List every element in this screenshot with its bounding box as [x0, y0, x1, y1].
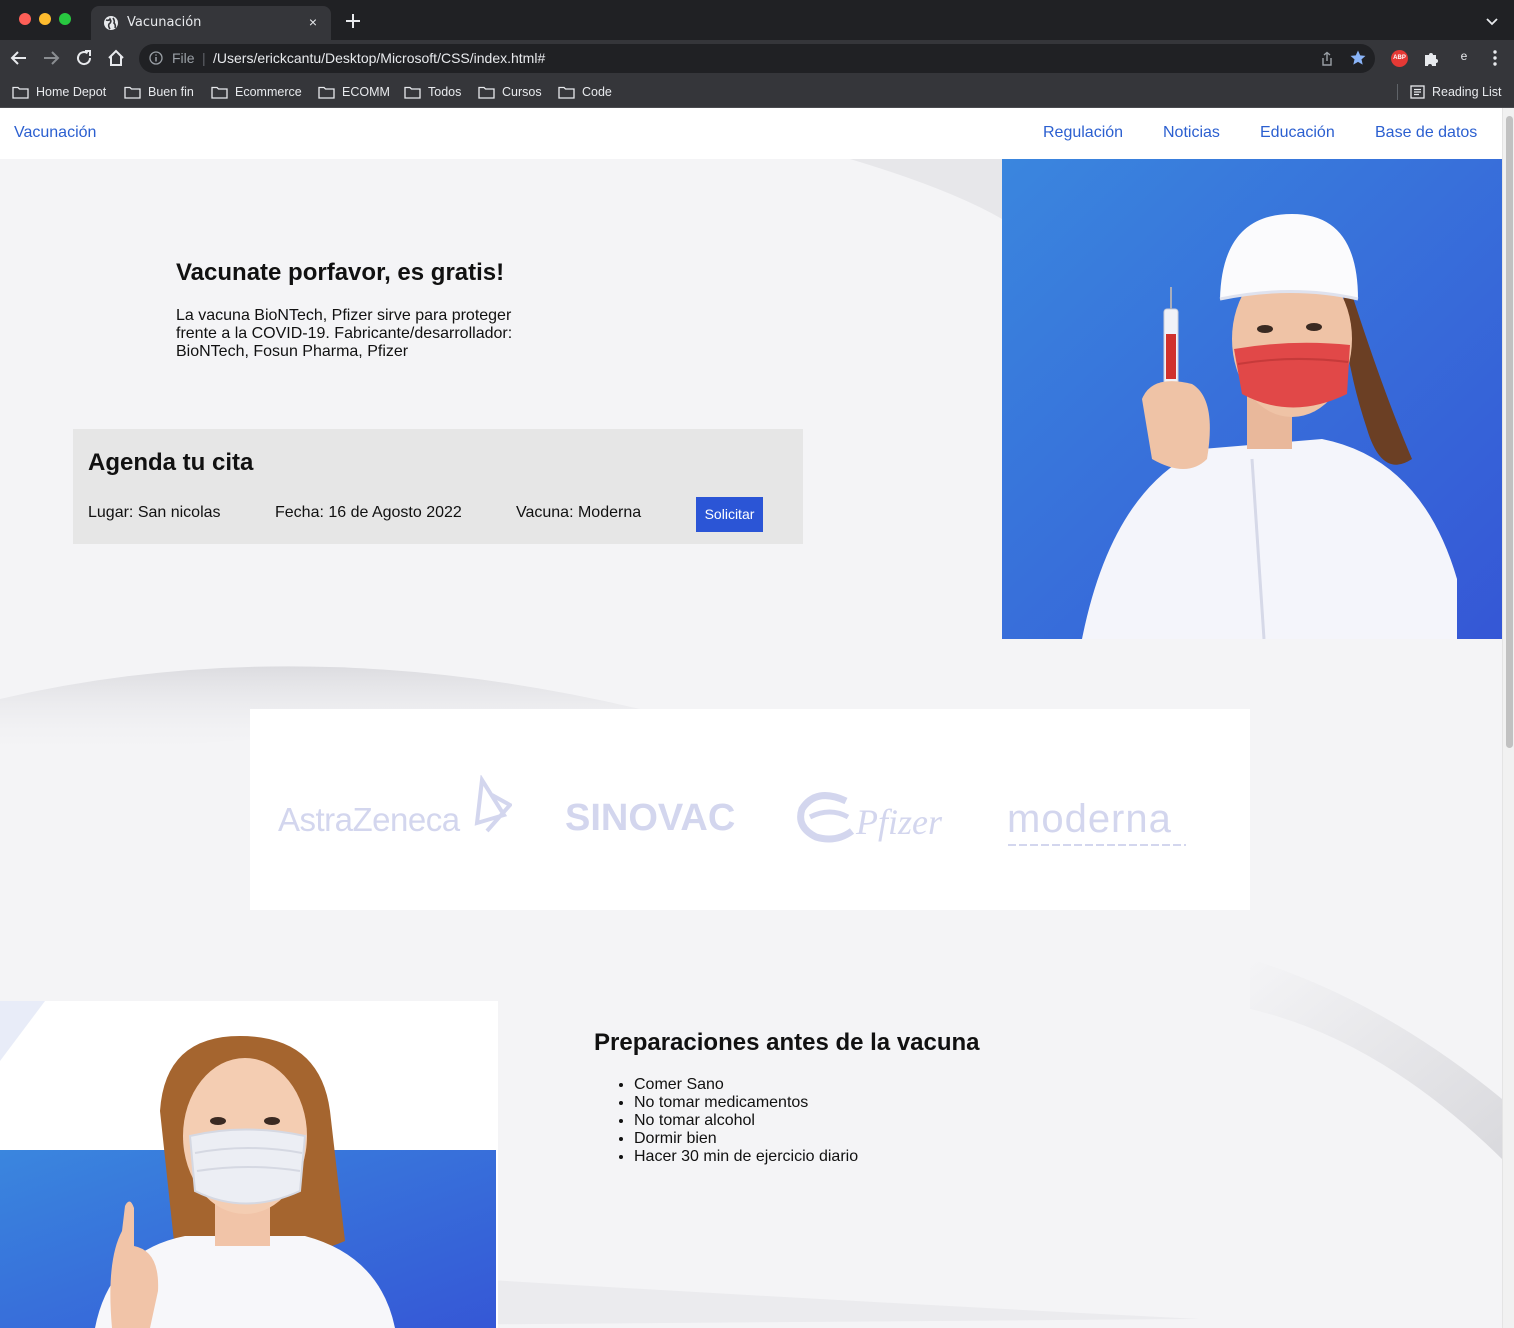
folder-icon: [478, 86, 495, 99]
url-text[interactable]: /Users/erickcantu/Desktop/Microsoft/CSS/…: [213, 50, 545, 66]
bookmark-star-icon[interactable]: [1349, 49, 1367, 67]
adblock-extension-icon[interactable]: ABP: [1391, 50, 1408, 67]
hero-description: La vacuna BioNTech, Pfizer sirve para pr…: [176, 307, 513, 360]
folder-icon: [12, 86, 29, 99]
astrazeneca-logo: AstraZeneca: [278, 801, 460, 838]
bookmark-label: ECOMM: [342, 85, 390, 99]
bookmark-folder[interactable]: Buen fin: [124, 83, 194, 101]
appointment-vaccine: Vacuna: Moderna: [516, 504, 642, 521]
folder-icon: [211, 86, 228, 99]
nav-link-regulacion[interactable]: Regulación: [1043, 124, 1123, 142]
bookmark-folder[interactable]: Ecommerce: [211, 83, 302, 101]
new-tab-icon[interactable]: [342, 10, 364, 32]
profile-avatar[interactable]: e: [1456, 49, 1472, 67]
bookmark-folder[interactable]: Todos: [404, 83, 461, 101]
request-appointment-button[interactable]: Solicitar: [696, 497, 763, 532]
reload-icon[interactable]: [74, 48, 94, 68]
url-separator: |: [202, 50, 206, 66]
bookmark-folder[interactable]: Home Depot: [12, 83, 106, 101]
reading-list-icon: [1410, 85, 1425, 99]
nurse-with-syringe-image: [1002, 159, 1502, 639]
list-item: Comer Sano: [634, 1076, 858, 1094]
bookmark-label: Home Depot: [36, 85, 107, 99]
minimize-window-button[interactable]: [39, 13, 51, 25]
appointment-card: Agenda tu cita Lugar: San nicolas Fecha:…: [73, 429, 803, 544]
folder-icon: [404, 86, 421, 99]
list-item: No tomar alcohol: [634, 1112, 858, 1130]
back-arrow-icon[interactable]: [9, 48, 29, 68]
browser-tabbar: Vacunación ×: [0, 0, 1514, 40]
address-bar[interactable]: File | /Users/erickcantu/Desktop/Microso…: [139, 44, 1375, 73]
list-item: Dormir bien: [634, 1130, 858, 1148]
bookmark-folder[interactable]: Cursos: [478, 83, 542, 101]
reading-list-button[interactable]: Reading List: [1410, 83, 1502, 101]
globe-icon: [104, 16, 118, 30]
moderna-logo: moderna: [1007, 797, 1172, 841]
woman-with-mask-image: [0, 1001, 498, 1328]
web-page: Vacunación Regulación Noticias Educación…: [0, 108, 1502, 1328]
extensions-puzzle-icon[interactable]: [1421, 49, 1441, 69]
bookmark-label: Code: [582, 85, 612, 99]
nav-link-noticias[interactable]: Noticias: [1163, 124, 1220, 142]
partner-logos-strip: AstraZeneca SINOVAC Pfizer moderna: [250, 709, 1250, 910]
maximize-window-button[interactable]: [59, 13, 71, 25]
list-item: Hacer 30 min de ejercicio diario: [634, 1148, 858, 1166]
top-navbar: Vacunación Regulación Noticias Educación…: [0, 108, 1502, 159]
preparations-list: Comer Sano No tomar medicamentos No toma…: [634, 1076, 858, 1166]
nav-brand-link[interactable]: Vacunación: [14, 124, 96, 142]
tab-title: Vacunación: [127, 15, 202, 30]
tab-search-chevron-icon[interactable]: [1484, 13, 1500, 29]
bookmark-folder[interactable]: Code: [558, 83, 612, 101]
url-scheme-label: File: [172, 50, 195, 66]
more-menu-icon[interactable]: [1485, 48, 1505, 68]
pfizer-symbol-icon: [797, 792, 855, 843]
bookmark-label: Todos: [428, 85, 462, 99]
bookmark-label: Cursos: [502, 85, 542, 99]
preparations-title: Preparaciones antes de la vacuna: [594, 1029, 980, 1056]
forward-arrow-icon[interactable]: [41, 48, 61, 68]
list-item: No tomar medicamentos: [634, 1094, 858, 1112]
bookmark-label: Buen fin: [148, 85, 194, 99]
nav-link-educacion[interactable]: Educación: [1260, 124, 1335, 142]
bookmarks-divider: [1397, 84, 1398, 100]
info-icon[interactable]: [149, 51, 163, 65]
astrazeneca-symbol-icon: [474, 775, 512, 833]
appointment-date: Fecha: 16 de Agosto 2022: [275, 504, 462, 521]
appointment-place: Lugar: San nicolas: [88, 504, 221, 521]
home-icon[interactable]: [106, 48, 126, 68]
share-icon[interactable]: [1319, 51, 1335, 67]
sinovac-logo: SINOVAC: [565, 797, 736, 839]
appointment-title: Agenda tu cita: [88, 449, 254, 476]
folder-icon: [558, 86, 575, 99]
moderna-underline: [1008, 844, 1186, 846]
browser-tab[interactable]: Vacunación ×: [91, 6, 331, 40]
page-scrollbar[interactable]: [1502, 108, 1514, 1328]
bookmark-label: Ecommerce: [235, 85, 302, 99]
scrollbar-thumb[interactable]: [1506, 116, 1513, 748]
folder-icon: [124, 86, 141, 99]
close-window-button[interactable]: [19, 13, 31, 25]
bookmark-folder[interactable]: ECOMM: [318, 83, 390, 101]
reading-list-label: Reading List: [1432, 85, 1502, 99]
close-tab-icon[interactable]: ×: [303, 12, 323, 32]
browser-toolbar: File | /Users/erickcantu/Desktop/Microso…: [0, 40, 1514, 76]
hero-title: Vacunate porfavor, es gratis!: [176, 259, 505, 286]
nav-link-base-de-datos[interactable]: Base de datos: [1375, 124, 1477, 142]
bookmarks-bar: Home Depot Buen fin Ecommerce ECOMM Todo…: [0, 76, 1514, 108]
pfizer-logo: Pfizer: [856, 802, 942, 842]
folder-icon: [318, 86, 335, 99]
